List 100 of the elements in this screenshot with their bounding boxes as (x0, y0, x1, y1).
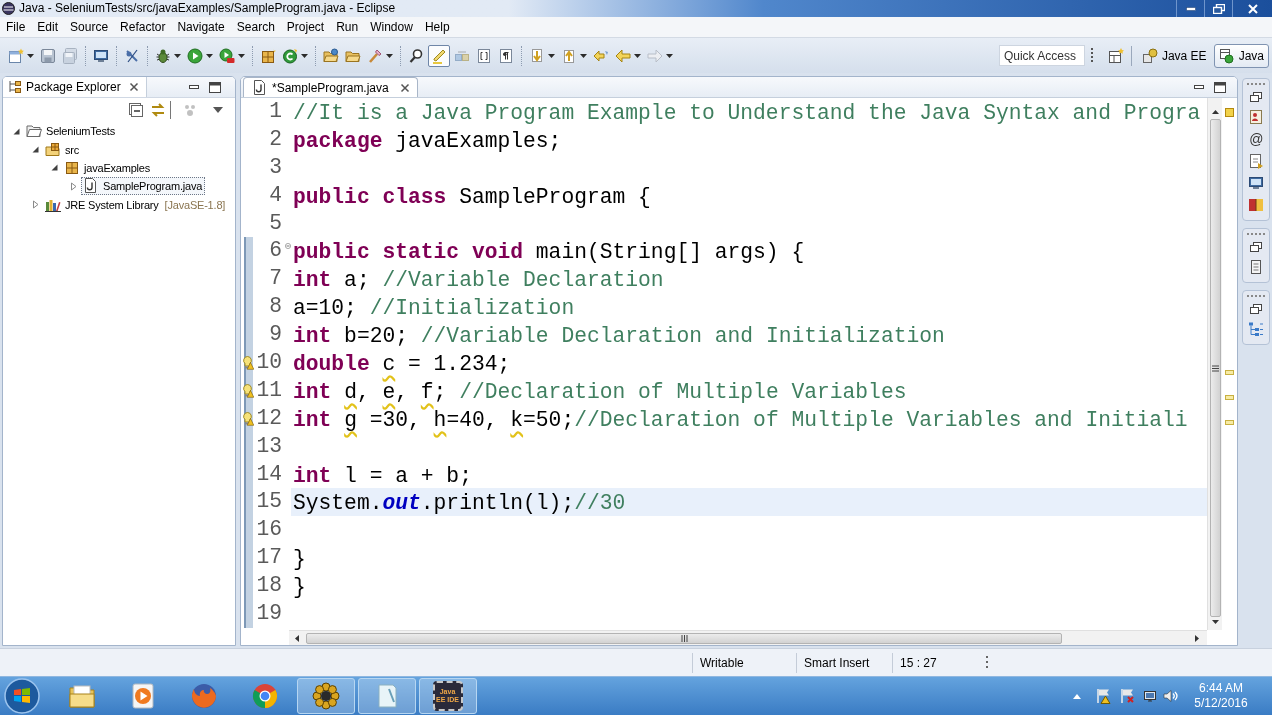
java-file-icon (252, 80, 267, 95)
menu-item[interactable]: Search (230, 16, 281, 38)
paragraph-page-icon[interactable] (498, 47, 514, 64)
dropdown-arrow-icon[interactable] (386, 53, 393, 58)
dropdown-arrow-icon[interactable] (666, 53, 673, 58)
restore-icon[interactable] (1250, 92, 1262, 102)
tree-expanded-icon[interactable] (12, 126, 21, 136)
app-logo-icon (2, 2, 15, 15)
dropdown-arrow-icon[interactable] (634, 53, 641, 58)
speaker-icon[interactable] (1162, 688, 1178, 704)
flag-cross-icon[interactable] (1119, 688, 1135, 704)
tree-item[interactable]: SeleniumTests (24, 122, 118, 141)
crossed-lines-icon[interactable] (124, 47, 140, 64)
toggle-button[interactable] (428, 44, 450, 67)
person-page-icon[interactable] (1248, 109, 1264, 125)
grip-icon (680, 634, 688, 642)
code-line: } (293, 546, 306, 574)
at-sign-icon[interactable]: @ (1248, 128, 1264, 150)
dropdown-arrow-icon[interactable] (238, 53, 245, 58)
restore-icon[interactable] (1250, 304, 1262, 314)
dropdown-arrow-icon[interactable] (174, 53, 181, 58)
grip-dots-icon[interactable] (1246, 82, 1266, 86)
line-number: 4 (269, 182, 282, 207)
code-line: System.out.println(l);//30 (293, 490, 626, 518)
dropdown-arrow-icon[interactable] (206, 53, 213, 58)
scrollbar-thumb[interactable] (1209, 119, 1221, 617)
package-icon (64, 159, 80, 176)
outline-tree-icon[interactable] (1248, 321, 1264, 337)
editor-tab[interactable]: *SampleProgram.java (243, 77, 418, 97)
maximize-icon[interactable] (1214, 81, 1226, 93)
view-tab[interactable]: Package Explorer (3, 77, 147, 97)
dots-icon[interactable] (182, 102, 198, 118)
monitor-icon[interactable] (1248, 175, 1264, 191)
perspective-button[interactable]: Java EE (1136, 43, 1212, 68)
status-text: Writable (700, 654, 744, 672)
grip-dots-icon[interactable] (1246, 232, 1266, 236)
close-icon[interactable] (128, 82, 139, 92)
code-line: int l = a + b; (293, 462, 472, 490)
maximize-icon[interactable] (209, 81, 221, 93)
menu-item[interactable]: Window (364, 16, 419, 38)
menu-item[interactable]: File (0, 16, 32, 38)
caret-down-icon[interactable] (1211, 620, 1219, 624)
code-line: package javaExamples; (293, 127, 562, 155)
start-orb-icon[interactable] (4, 678, 40, 714)
dropdown-arrow-icon[interactable] (548, 53, 555, 58)
tree-expanded-icon[interactable] (50, 163, 59, 173)
restore-icon[interactable] (1250, 242, 1262, 252)
tree-item[interactable]: SampleProgram.java (81, 177, 206, 196)
menu-item[interactable]: Help (418, 16, 456, 38)
tree-collapsed-icon[interactable] (69, 181, 78, 191)
open-folder-icon[interactable] (323, 47, 339, 64)
code-line: a=10; //Initialization (293, 295, 575, 323)
bug-icon[interactable] (155, 47, 171, 64)
book-icon[interactable] (1248, 197, 1264, 213)
quick-access-field[interactable]: Quick Access (998, 45, 1085, 66)
window-plus-icon[interactable] (1107, 47, 1124, 64)
menu-item[interactable]: Navigate (171, 16, 231, 38)
view-menu-icon[interactable] (213, 106, 223, 114)
flag-warning-icon[interactable] (1095, 688, 1111, 704)
line-number: 6 (269, 238, 282, 263)
new-window-icon[interactable] (8, 47, 24, 64)
search-icon[interactable] (408, 47, 424, 64)
tree-item[interactable]: JRE System Library [JavaSE-1.8] (43, 195, 229, 214)
tree-item[interactable]: javaExamples (62, 158, 154, 177)
monitor-icon[interactable] (93, 47, 109, 64)
grip-dots-icon[interactable] (1246, 294, 1266, 298)
grip-icon[interactable] (1090, 46, 1094, 65)
perspective-button[interactable]: Java (1213, 43, 1269, 68)
page-icon[interactable] (1248, 259, 1264, 275)
circle-arc-icon[interactable] (282, 47, 298, 64)
menu-item[interactable]: Project (280, 16, 331, 38)
swap-arrows-icon[interactable] (150, 102, 166, 118)
menu-item[interactable]: Refactor (114, 16, 172, 38)
bracket-page-icon[interactable] (476, 47, 492, 64)
scrollbar-thumb[interactable] (306, 632, 1062, 644)
caret-right-icon[interactable] (1195, 634, 1199, 642)
dropdown-arrow-icon[interactable] (580, 53, 587, 58)
tree-item[interactable]: src (43, 140, 83, 159)
caret-up-icon[interactable] (1211, 110, 1219, 114)
code-line: int a; //Variable Declaration (293, 267, 664, 295)
grip-icon (1211, 364, 1219, 372)
caret-left-icon[interactable] (295, 634, 299, 642)
taskbar-button[interactable] (296, 678, 355, 714)
tree-expanded-icon[interactable] (31, 145, 40, 155)
save-icon[interactable] (40, 47, 56, 64)
collapse-all-icon[interactable] (128, 102, 144, 118)
network-icon[interactable] (1142, 688, 1158, 704)
box-circle-icon (1218, 47, 1235, 64)
menu-item[interactable]: Run (330, 16, 365, 38)
play-icon[interactable] (187, 47, 203, 64)
line-number: 8 (269, 294, 282, 319)
line-number: 9 (269, 322, 282, 347)
menu-item[interactable]: Source (64, 16, 115, 38)
dropdown-arrow-icon[interactable] (301, 53, 308, 58)
close-icon[interactable] (399, 82, 410, 93)
tree-collapsed-icon[interactable] (31, 200, 40, 210)
clock-date[interactable]: 5/12/2016 (1194, 696, 1248, 711)
menu-item[interactable]: Edit (31, 16, 65, 38)
dropdown-arrow-icon[interactable] (27, 53, 34, 58)
play-toolbox-icon[interactable] (219, 47, 235, 64)
